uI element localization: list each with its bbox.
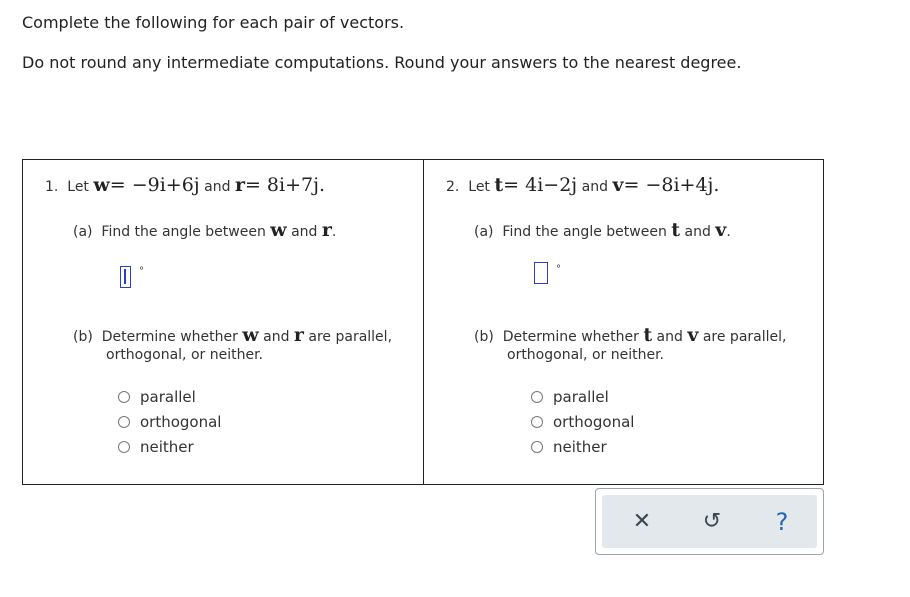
vector-v-expression: = −8i+4j. [623,174,720,196]
radio-label: orthogonal [140,413,222,431]
let-label: Let [468,179,490,195]
part-a-end: . [726,224,731,240]
radio-parallel[interactable]: parallel [118,388,196,406]
part-b-vector-1: w [242,324,259,346]
part-b-vector-1: t [643,324,653,346]
vector-w-expression: = −9i+6j [109,174,200,196]
radio-circle[interactable] [118,441,130,453]
answer-toolbar: ✕ ↺ ? [595,488,824,555]
radio-circle[interactable] [118,416,130,428]
help-icon: ? [775,507,789,536]
part-a-label: (a) [73,224,93,240]
part-a-vector-1: t [671,219,681,241]
part-a-vector-1: w [270,219,287,241]
radio-neither[interactable]: neither [531,438,607,456]
part-b-label: (b) [73,329,93,345]
radio-label: parallel [553,388,609,406]
part-b-text-end: are parallel, [308,329,393,345]
part-a-question: (a) Find the angle between t and v. [474,219,731,241]
part-b-vector-2: r [293,324,304,346]
vector-r-expression: = 8i+7j. [244,174,326,196]
part-a-end: . [331,224,337,240]
part-b-question: (b) Determine whether t and v are parall… [474,324,786,348]
radio-orthogonal[interactable]: orthogonal [118,413,221,431]
problem-2: 2. Let t= 4i−2j and v= −8i+4j. (a) Find … [424,160,823,484]
part-b-vector-2: v [687,324,699,346]
part-b-question-line-2: orthogonal, or neither. [106,347,263,363]
part-b-and: and [263,329,290,345]
part-a-question: (a) Find the angle between w and r. [73,219,336,241]
part-a-label: (a) [474,224,494,240]
part-a-text: Find the angle between [502,224,667,240]
clear-button[interactable]: ✕ [612,495,672,548]
radio-label: neither [140,438,194,456]
vector-t-expression: = 4i−2j [503,174,578,196]
part-a-and: and [291,224,318,240]
undo-icon: ↺ [702,509,722,534]
and-label: and [204,179,231,195]
vector-w-name: w [93,174,110,196]
part-a-vector-2: r [321,219,332,241]
vector-t-name: t [494,174,504,196]
part-b-question-line-2: orthogonal, or neither. [507,347,664,363]
radio-neither[interactable]: neither [118,438,194,456]
radio-label: parallel [140,388,196,406]
degree-symbol: ° [139,266,144,277]
part-b-text: Determine whether [101,329,238,345]
angle-answer-input[interactable] [120,266,131,288]
radio-label: neither [553,438,607,456]
problem-2-statement: 2. Let t= 4i−2j and v= −8i+4j. [446,174,719,196]
radio-orthogonal[interactable]: orthogonal [531,413,634,431]
let-label: Let [67,179,89,195]
radio-circle[interactable] [531,391,543,403]
part-b-question: (b) Determine whether w and r are parall… [73,324,392,348]
part-a-text: Find the angle between [101,224,266,240]
problem-1-statement: 1. Let w= −9i+6j and r= 8i+7j. [45,174,325,196]
radio-circle[interactable] [531,441,543,453]
problem-number: 2. [446,179,460,195]
instruction-line-2: Do not round any intermediate computatio… [22,53,742,72]
undo-button[interactable]: ↺ [682,495,742,548]
part-b-text-end: are parallel, [702,329,787,345]
radio-circle[interactable] [531,416,543,428]
problem-number: 1. [45,179,59,195]
text-cursor [124,269,126,284]
part-a-vector-2: v [715,219,727,241]
help-button[interactable]: ? [752,495,812,548]
part-b-label: (b) [474,329,494,345]
part-b-and: and [656,329,683,345]
radio-parallel[interactable]: parallel [531,388,609,406]
instruction-line-1: Complete the following for each pair of … [22,13,405,32]
radio-label: orthogonal [553,413,635,431]
part-b-text: Determine whether [502,329,639,345]
part-a-and: and [684,224,711,240]
toolbar-inner: ✕ ↺ ? [602,495,817,548]
and-label: and [581,179,608,195]
degree-symbol: ° [556,264,561,275]
angle-answer-input[interactable] [534,262,548,284]
close-icon: ✕ [632,509,652,534]
problem-grid: 1. Let w= −9i+6j and r= 8i+7j. (a) Find … [22,159,824,485]
vector-r-name: r [234,174,245,196]
vector-v-name: v [612,174,624,196]
problem-1: 1. Let w= −9i+6j and r= 8i+7j. (a) Find … [23,160,423,484]
radio-circle[interactable] [118,391,130,403]
